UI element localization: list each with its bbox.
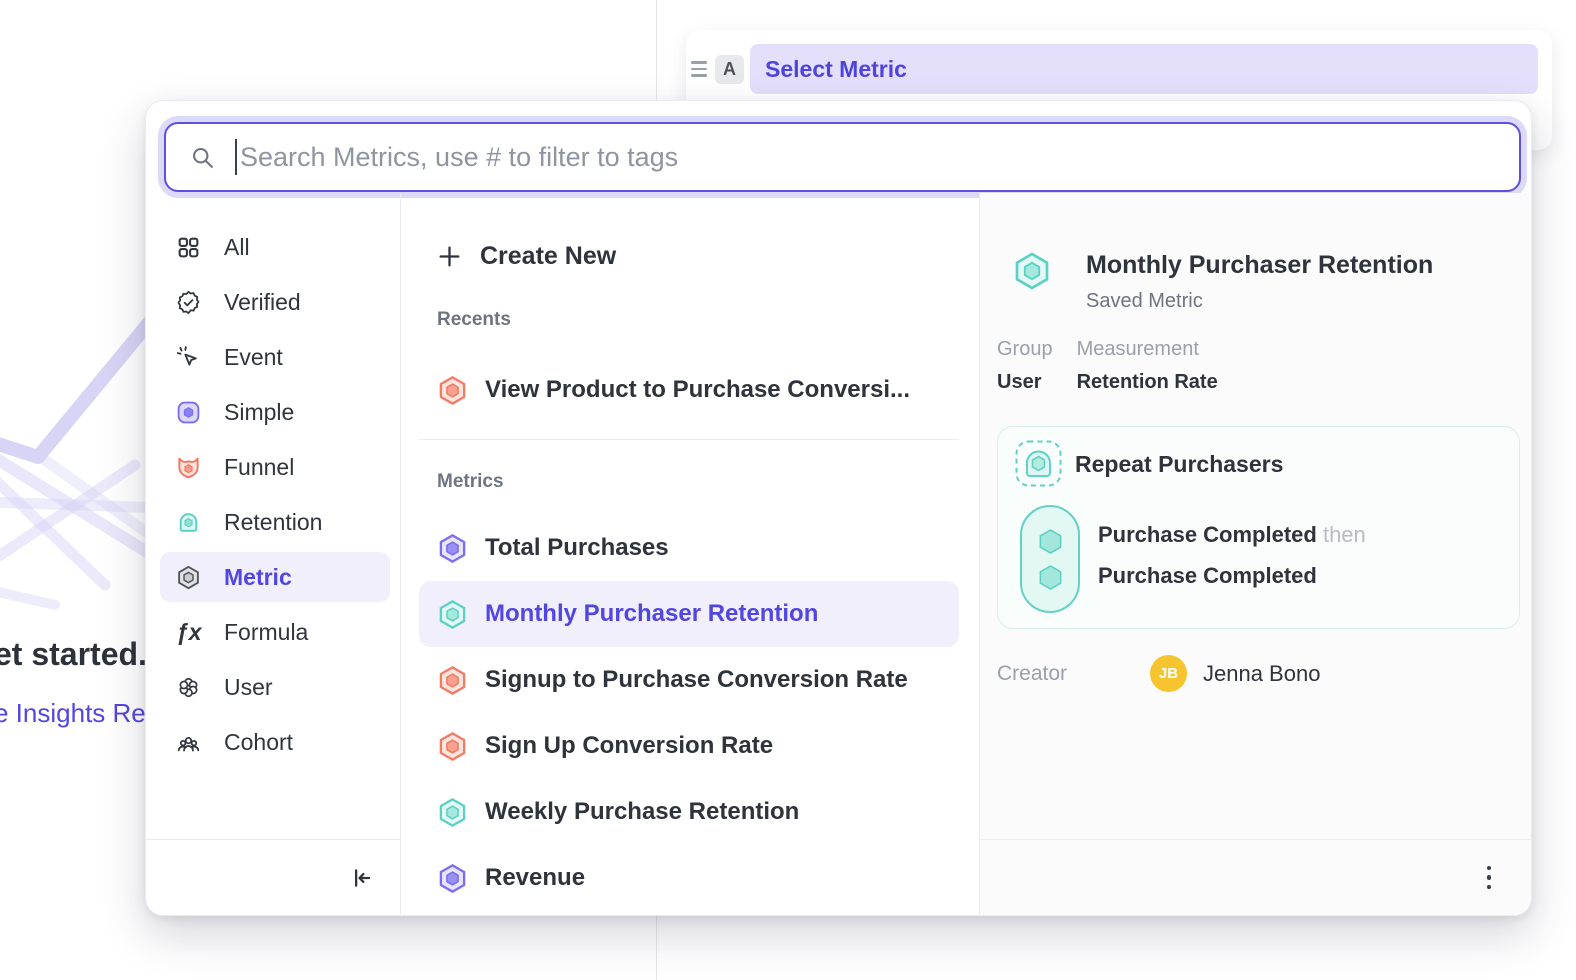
sidebar-item-formula[interactable]: ƒx Formula <box>160 607 390 657</box>
create-new-button[interactable]: Create New <box>419 227 959 285</box>
step-letter-badge: A <box>715 55 744 84</box>
verified-badge-icon <box>176 290 201 315</box>
metric-detail-panel: Monthly Purchaser Retention Saved Metric… <box>979 193 1532 915</box>
retention-metric-icon <box>1012 251 1052 291</box>
list-item-monthly-purchaser-retention[interactable]: Monthly Purchaser Retention <box>419 581 959 647</box>
formula-fx-icon: ƒx <box>176 619 201 646</box>
sidebar-item-all[interactable]: All <box>160 222 390 272</box>
group-field: Group User <box>997 338 1053 394</box>
screen: et started. e Insights Re A Select Metri… <box>0 0 1576 980</box>
list-item-signup-to-purchase-conversion-rate[interactable]: Signup to Purchase Conversion Rate <box>419 647 959 713</box>
detail-title: Monthly Purchaser Retention <box>1086 251 1433 280</box>
metric-hexagon-icon <box>176 565 201 590</box>
grid-icon <box>176 235 201 260</box>
event-sequence-capsule <box>1020 505 1080 613</box>
sidebar-item-funnel[interactable]: Funnel <box>160 442 390 492</box>
sidebar-item-user[interactable]: User <box>160 662 390 712</box>
sidebar-item-event[interactable]: Event <box>160 332 390 382</box>
event-hexagon-icon <box>1037 528 1064 555</box>
select-metric-button[interactable]: Select Metric <box>750 44 1538 94</box>
definition-step-1: Purchase Completed then <box>1098 522 1366 548</box>
sidebar-footer <box>146 839 400 915</box>
list-item-revenue[interactable]: Revenue <box>419 845 959 911</box>
funnel-metric-icon <box>437 665 468 696</box>
more-options-kebab-icon[interactable] <box>1481 860 1498 896</box>
text-caret <box>235 139 237 175</box>
funnel-metric-icon <box>437 731 468 762</box>
sidebar-item-retention[interactable]: Retention <box>160 497 390 547</box>
search-placeholder: Search Metrics, use # to filter to tags <box>240 142 678 173</box>
metric-definition-card: Repeat Purchasers Purchase Completed the… <box>997 426 1520 629</box>
measurement-field: Measurement Retention Rate <box>1077 338 1218 394</box>
plus-icon <box>437 244 462 269</box>
background-insights-link-fragment[interactable]: e Insights Re <box>0 698 146 729</box>
list-item-sign-up-conversion-rate[interactable]: Sign Up Conversion Rate <box>419 713 959 779</box>
sidebar-item-metric[interactable]: Metric <box>160 552 390 602</box>
metric-picker-modal: Search Metrics, use # to filter to tags … <box>145 100 1532 916</box>
event-hexagon-icon <box>1037 564 1064 591</box>
creator-label: Creator <box>997 662 1150 686</box>
sidebar-item-simple[interactable]: Simple <box>160 387 390 437</box>
retention-icon <box>176 510 201 535</box>
funnel-icon <box>176 455 201 480</box>
category-sidebar: All Verified Event <box>146 193 401 915</box>
drag-handle-icon[interactable] <box>691 61 707 77</box>
background-heading-fragment: et started. <box>0 636 147 673</box>
cohort-people-icon <box>176 730 201 755</box>
collapse-sidebar-icon[interactable] <box>348 865 374 891</box>
list-item-total-purchases[interactable]: Total Purchases <box>419 515 959 581</box>
funnel-metric-icon <box>437 375 468 406</box>
detail-footer <box>980 839 1532 915</box>
select-metric-label: Select Metric <box>765 56 907 83</box>
retention-definition-icon <box>1015 440 1062 487</box>
event-cursor-icon <box>176 345 201 370</box>
list-divider <box>419 439 959 440</box>
creator-name: Jenna Bono <box>1203 661 1320 687</box>
definition-title: Repeat Purchasers <box>1075 451 1283 478</box>
detail-subtitle: Saved Metric <box>1086 290 1433 313</box>
creator-avatar: JB <box>1150 655 1187 692</box>
retention-metric-icon <box>437 797 468 828</box>
metric-list-panel: Create New Recents View Product to Purch… <box>401 193 979 915</box>
sidebar-item-cohort[interactable]: Cohort <box>160 717 390 767</box>
list-item-recent-funnel[interactable]: View Product to Purchase Conversi... <box>419 357 959 423</box>
metrics-section-header: Metrics <box>437 471 504 493</box>
search-icon <box>190 145 215 170</box>
search-input[interactable]: Search Metrics, use # to filter to tags <box>164 122 1521 192</box>
list-item-weekly-purchase-retention[interactable]: Weekly Purchase Retention <box>419 779 959 845</box>
retention-metric-icon <box>437 599 468 630</box>
recents-section-header: Recents <box>437 309 511 331</box>
simple-metric-icon <box>176 400 201 425</box>
user-cluster-icon <box>176 675 201 700</box>
sidebar-item-verified[interactable]: Verified <box>160 277 390 327</box>
simple-metric-icon <box>437 533 468 564</box>
simple-metric-icon <box>437 863 468 894</box>
definition-step-2: Purchase Completed <box>1098 563 1317 589</box>
creator-row: Creator JB Jenna Bono <box>997 655 1320 692</box>
